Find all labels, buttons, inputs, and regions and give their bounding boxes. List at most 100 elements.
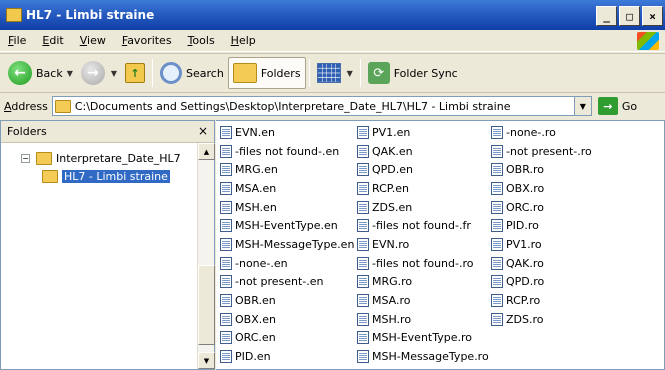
- file-name: MSH-EventType.ro: [372, 331, 472, 345]
- search-button[interactable]: Search: [156, 57, 228, 89]
- file-name: PID.en: [235, 350, 271, 364]
- back-button[interactable]: ← Back ▼: [4, 57, 77, 89]
- back-label: Back: [36, 66, 63, 80]
- file-item[interactable]: PID.ro: [491, 216, 592, 235]
- address-text[interactable]: C:\Documents and Settings\Desktop\Interp…: [75, 100, 511, 113]
- file-item[interactable]: EVN.ro: [357, 235, 489, 254]
- minimize-button[interactable]: _: [596, 6, 617, 26]
- file-item[interactable]: QPD.ro: [491, 273, 592, 292]
- document-icon: [220, 312, 232, 326]
- scroll-up-button[interactable]: ▲: [198, 143, 215, 160]
- address-input[interactable]: C:\Documents and Settings\Desktop\Interp…: [51, 96, 592, 116]
- menu-tools[interactable]: Tools: [180, 34, 223, 47]
- file-item[interactable]: OBR.ro: [491, 160, 592, 179]
- file-item[interactable]: -files not found-.fr: [357, 216, 489, 235]
- document-icon: [220, 256, 232, 270]
- file-item[interactable]: MRG.ro: [357, 273, 489, 292]
- file-item[interactable]: -none-.ro: [491, 123, 592, 142]
- file-item[interactable]: -files not found-.ro: [357, 254, 489, 273]
- file-item[interactable]: MSA.en: [220, 179, 354, 198]
- menu-edit[interactable]: Edit: [34, 34, 71, 47]
- tree-item-hl7-limbi-straine[interactable]: HL7 - Limbi straine: [1, 167, 214, 185]
- window-controls: _ □ ×: [596, 6, 663, 26]
- file-item[interactable]: OBR.en: [220, 291, 354, 310]
- maximize-button[interactable]: □: [619, 6, 640, 26]
- file-item[interactable]: RCP.en: [357, 179, 489, 198]
- file-name: QAK.en: [372, 144, 413, 158]
- file-name: PID.ro: [506, 219, 539, 233]
- file-item[interactable]: OBX.ro: [491, 179, 592, 198]
- title-bar[interactable]: HL7 - Limbi straine _ □ ×: [0, 0, 665, 30]
- file-item[interactable]: MSA.ro: [357, 291, 489, 310]
- chevron-down-icon[interactable]: ▼: [67, 69, 73, 78]
- folders-button[interactable]: Folders: [227, 57, 306, 89]
- go-button[interactable]: → Go: [597, 97, 637, 115]
- file-item[interactable]: ZDS.ro: [491, 310, 592, 329]
- document-icon: [491, 163, 503, 177]
- file-item[interactable]: QPD.en: [357, 160, 489, 179]
- file-item[interactable]: MSH-EventType.ro: [357, 329, 489, 348]
- forward-arrow-icon: →: [80, 61, 105, 85]
- document-icon: [491, 219, 503, 233]
- forward-button[interactable]: → ▼: [77, 57, 121, 89]
- file-list: EVN.en -files not found-.en MRG.en MSA.en MS…: [216, 120, 665, 370]
- file-item[interactable]: QAK.en: [357, 142, 489, 161]
- file-item[interactable]: PV1.en: [357, 123, 489, 142]
- file-item[interactable]: OBX.en: [220, 310, 354, 329]
- file-name: MSA.en: [235, 181, 277, 195]
- file-item[interactable]: MSH.en: [220, 198, 354, 217]
- file-item[interactable]: MSH-EventType.en: [220, 216, 354, 235]
- file-name: ORC.en: [235, 331, 276, 345]
- file-name: RCP.ro: [506, 294, 541, 308]
- go-arrow-icon: →: [597, 97, 618, 115]
- file-item[interactable]: QAK.ro: [491, 254, 592, 273]
- file-item[interactable]: MSH-MessageType.en: [220, 235, 354, 254]
- chevron-down-icon[interactable]: ▼: [111, 69, 117, 78]
- vertical-scrollbar[interactable]: ▲ ▼: [197, 143, 215, 369]
- collapse-icon[interactable]: −: [21, 153, 30, 163]
- menu-help[interactable]: Help: [223, 34, 264, 47]
- file-item[interactable]: MSH.ro: [357, 310, 489, 329]
- file-item[interactable]: MSH-MessageType.ro: [357, 347, 489, 366]
- file-name: EVN.en: [235, 125, 275, 139]
- menu-file[interactable]: File: [0, 34, 34, 47]
- file-item[interactable]: ORC.ro: [491, 198, 592, 217]
- file-item[interactable]: -not present-.en: [220, 273, 354, 292]
- folder-open-icon: [42, 169, 58, 183]
- folders-label: Folders: [260, 66, 301, 80]
- close-button[interactable]: ×: [642, 6, 663, 26]
- file-item[interactable]: -not present-.ro: [491, 142, 592, 161]
- menu-view[interactable]: View: [72, 34, 114, 47]
- up-button[interactable]: ↑: [121, 57, 149, 89]
- file-item[interactable]: MRG.en: [220, 160, 354, 179]
- file-name: ZDS.en: [372, 200, 413, 214]
- file-item[interactable]: PV1.ro: [491, 235, 592, 254]
- document-icon: [357, 219, 369, 233]
- file-item[interactable]: ZDS.en: [357, 198, 489, 217]
- file-item[interactable]: EVN.en: [220, 123, 354, 142]
- file-name: MRG.en: [235, 163, 278, 177]
- document-icon: [357, 256, 369, 270]
- window-title: HL7 - Limbi straine: [26, 8, 155, 22]
- file-item[interactable]: RCP.ro: [491, 291, 592, 310]
- scroll-down-button[interactable]: ▼: [198, 352, 215, 369]
- folder-sync-button[interactable]: ⟳ Folder Sync: [364, 57, 462, 89]
- file-item[interactable]: -none-.en: [220, 254, 354, 273]
- tree-item-interpretare[interactable]: − Interpretare_Date_HL7: [1, 149, 214, 167]
- file-name: RCP.en: [372, 181, 409, 195]
- file-name: MSA.ro: [372, 294, 411, 308]
- chevron-down-icon[interactable]: ▼: [347, 69, 353, 78]
- menu-favorites[interactable]: Favorites: [114, 34, 180, 47]
- scroll-thumb[interactable]: [198, 265, 215, 345]
- file-item[interactable]: ORC.en: [220, 329, 354, 348]
- close-icon[interactable]: ×: [198, 124, 208, 138]
- views-button[interactable]: ▼: [313, 57, 357, 89]
- file-name: -none-.en: [235, 256, 288, 270]
- chevron-down-icon[interactable]: ▼: [573, 97, 591, 115]
- document-icon: [357, 350, 369, 364]
- folder-sync-label: Folder Sync: [393, 66, 458, 80]
- document-icon: [491, 312, 503, 326]
- file-column-2: PV1.en QAK.en QPD.en RCP.en ZDS.en -files not…: [357, 123, 489, 366]
- file-item[interactable]: -files not found-.en: [220, 142, 354, 161]
- file-item[interactable]: PID.en: [220, 347, 354, 366]
